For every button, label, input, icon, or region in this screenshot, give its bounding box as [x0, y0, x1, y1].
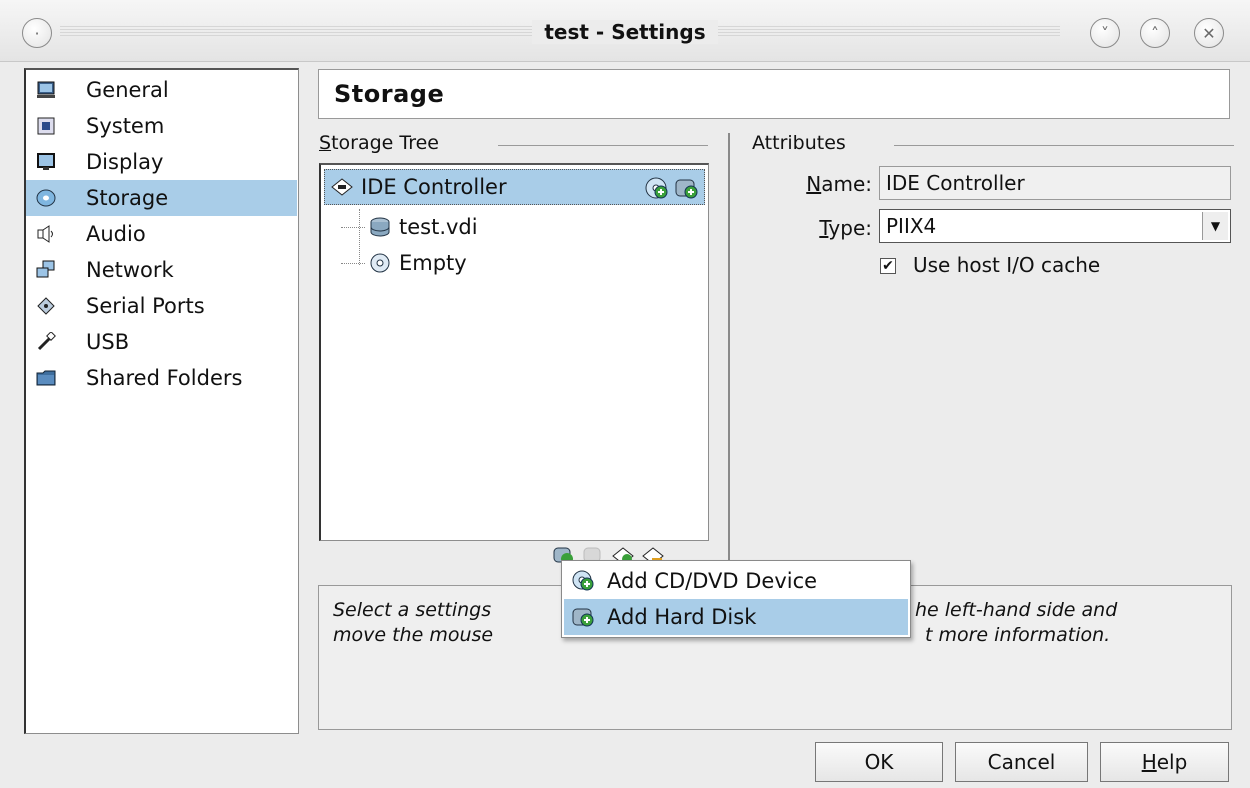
- title-bar[interactable]: · test - Settings ˅ ˄ ✕: [0, 0, 1250, 62]
- add-hard-disk-icon: [571, 605, 595, 629]
- serial-port-icon: [36, 296, 56, 316]
- speaker-icon: [36, 224, 56, 244]
- sidebar-item-general[interactable]: General: [26, 72, 297, 108]
- chip-icon: [36, 116, 56, 136]
- sidebar-item-display[interactable]: Display: [26, 144, 297, 180]
- sidebar-item-system[interactable]: System: [26, 108, 297, 144]
- tree-item-ide-controller[interactable]: IDE Controller: [324, 169, 705, 205]
- sidebar-item-label: Display: [86, 150, 164, 174]
- type-label: Type:: [819, 216, 872, 240]
- tree-item-label: IDE Controller: [361, 175, 507, 199]
- ide-controller-icon: [331, 176, 353, 198]
- network-icon: [36, 260, 56, 280]
- tree-item-label: Empty: [399, 251, 467, 275]
- pane-separator: [728, 133, 730, 563]
- menu-item-label: Add Hard Disk: [607, 605, 757, 629]
- chevron-down-icon: ˅: [1101, 23, 1109, 43]
- add-device-context-menu: Add CD/DVD Device Add Hard Disk: [561, 560, 911, 638]
- tree-trunk-line: [359, 209, 360, 265]
- storage-tree[interactable]: IDE Controller test.vdi Empty: [319, 163, 709, 541]
- ok-button[interactable]: OK: [815, 742, 943, 782]
- sidebar-item-storage[interactable]: Storage: [26, 180, 297, 216]
- group-divider: [498, 145, 708, 146]
- sidebar-item-label: System: [86, 114, 165, 138]
- help-button[interactable]: Help: [1100, 742, 1229, 782]
- display-icon: [36, 152, 56, 172]
- menu-item-label: Add CD/DVD Device: [607, 569, 818, 593]
- sidebar-item-audio[interactable]: Audio: [26, 216, 297, 252]
- host-cache-checkbox[interactable]: ✔: [880, 258, 896, 274]
- sidebar-item-label: Network: [86, 258, 174, 282]
- tree-item-label: test.vdi: [399, 215, 478, 239]
- type-select[interactable]: PIIX4 ▼: [879, 209, 1231, 243]
- sidebar-item-usb[interactable]: USB: [26, 324, 297, 360]
- group-divider: [894, 145, 1234, 146]
- sidebar-item-label: General: [86, 78, 169, 102]
- disc-icon: [36, 188, 56, 208]
- sidebar-item-label: Audio: [86, 222, 146, 246]
- tree-item-test-vdi[interactable]: test.vdi: [323, 209, 478, 245]
- menu-item-add-cd-dvd[interactable]: Add CD/DVD Device: [564, 563, 908, 599]
- tree-item-empty[interactable]: Empty: [323, 245, 467, 281]
- settings-sidebar: General System Display Storage Audio Net…: [24, 68, 299, 734]
- menu-item-add-hard-disk[interactable]: Add Hard Disk: [564, 599, 908, 635]
- add-cd-icon[interactable]: [644, 176, 668, 200]
- sidebar-item-shared-folders[interactable]: Shared Folders: [26, 360, 297, 396]
- name-label: Name:: [806, 172, 872, 196]
- window-title: test - Settings: [0, 20, 1250, 44]
- chevron-up-icon: ˄: [1151, 23, 1159, 43]
- tree-branch-line: [341, 226, 365, 228]
- cancel-button[interactable]: Cancel: [955, 742, 1088, 782]
- hard-disk-icon: [369, 216, 391, 238]
- add-hard-disk-icon[interactable]: [674, 176, 698, 200]
- attributes-label: Attributes: [752, 132, 846, 154]
- sidebar-item-label: Storage: [86, 186, 169, 210]
- page-title: Storage: [334, 80, 445, 108]
- sidebar-item-label: USB: [86, 330, 130, 354]
- sidebar-item-label: Serial Ports: [86, 294, 205, 318]
- sidebar-item-serial-ports[interactable]: Serial Ports: [26, 288, 297, 324]
- page-header: Storage: [318, 69, 1230, 119]
- storage-tree-label: Storage Tree: [319, 132, 439, 154]
- chevron-down-icon[interactable]: ▼: [1202, 212, 1228, 240]
- close-icon: ✕: [1202, 23, 1216, 43]
- usb-icon: [36, 332, 56, 352]
- maximize-button[interactable]: ˄: [1140, 18, 1170, 48]
- monitor-icon: [36, 80, 56, 100]
- add-cd-icon: [571, 569, 595, 593]
- sidebar-item-network[interactable]: Network: [26, 252, 297, 288]
- type-select-value: PIIX4: [886, 214, 937, 238]
- minimize-button[interactable]: ˅: [1090, 18, 1120, 48]
- close-button[interactable]: ✕: [1194, 18, 1224, 48]
- sidebar-item-label: Shared Folders: [86, 366, 243, 390]
- folder-icon: [36, 368, 56, 388]
- name-field[interactable]: IDE Controller: [879, 166, 1231, 200]
- tree-branch-line: [341, 262, 365, 264]
- cd-icon: [369, 252, 391, 274]
- host-cache-label: Use host I/O cache: [913, 253, 1101, 277]
